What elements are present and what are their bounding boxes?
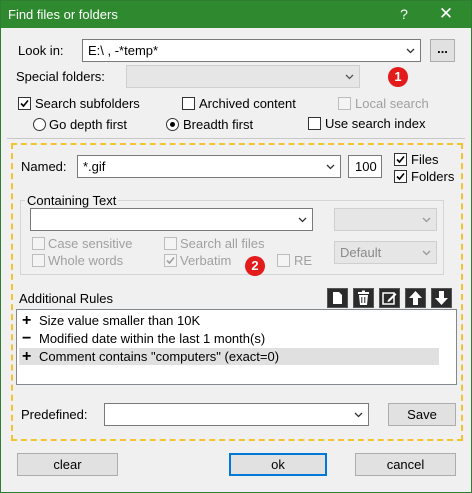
delete-rule-button[interactable]	[353, 288, 374, 308]
whole-words-label: Whole words	[48, 253, 124, 268]
search-subfolders-checkbox[interactable]	[18, 97, 31, 110]
breadth-first-label: Breadth first	[183, 117, 254, 132]
result-limit-value: 100	[355, 159, 377, 174]
up-arrow-icon	[409, 291, 422, 305]
look-in-combo[interactable]: E:\ , -*temp*	[82, 39, 421, 62]
go-depth-first-label: Go depth first	[49, 117, 128, 132]
checkmark-icon	[396, 172, 405, 181]
chevron-down-icon	[354, 412, 363, 418]
case-sensitive-label: Case sensitive	[48, 236, 133, 251]
plus-icon: +	[22, 312, 32, 329]
edit-rule-button[interactable]	[379, 288, 400, 308]
rule-text: Modified date within the last 1 month(s)	[39, 331, 266, 346]
browse-button[interactable]: ...	[430, 39, 455, 62]
look-in-value: E:\ , -*temp*	[88, 43, 159, 58]
rules-list[interactable]: + Size value smaller than 10K − Modified…	[16, 309, 457, 385]
ok-button[interactable]: ok	[229, 453, 327, 476]
look-in-label: Look in:	[18, 43, 64, 58]
archived-content-checkbox[interactable]	[182, 97, 195, 110]
chevron-down-icon	[422, 217, 431, 223]
chevron-down-icon	[422, 250, 431, 256]
chevron-down-icon	[345, 74, 354, 80]
breadth-first-radio[interactable]	[166, 118, 179, 131]
use-search-index-label: Use search index	[325, 116, 426, 131]
go-depth-first-radio[interactable]	[33, 118, 46, 131]
checkmark-icon	[396, 155, 405, 164]
re-checkbox[interactable]	[277, 254, 290, 267]
containing-text-combo[interactable]	[30, 208, 313, 231]
new-icon	[333, 292, 342, 304]
re-label: RE	[294, 253, 313, 268]
search-all-files-label: Search all files	[180, 236, 265, 251]
verbatim-label: Verbatim	[180, 253, 232, 268]
down-arrow-icon	[435, 291, 448, 305]
special-folders-combo[interactable]	[126, 65, 360, 88]
move-rule-up-button[interactable]	[405, 288, 426, 308]
folders-checkbox[interactable]	[394, 170, 407, 183]
additional-rules-label: Additional Rules	[19, 291, 113, 306]
rule-text: Comment contains "computers" (exact=0)	[39, 349, 280, 364]
archived-content-label: Archived content	[199, 96, 296, 111]
files-checkbox[interactable]	[394, 153, 407, 166]
files-label: Files	[411, 152, 439, 167]
rule-text: Size value smaller than 10K	[39, 313, 201, 328]
search-all-files-checkbox[interactable]	[164, 237, 177, 250]
named-value: *.gif	[83, 159, 106, 174]
named-combo[interactable]: *.gif	[77, 155, 341, 178]
callout-badge-2: 2	[245, 256, 265, 276]
plus-icon: +	[22, 348, 32, 365]
containing-text-label: Containing Text	[25, 193, 119, 208]
checkmark-icon	[166, 256, 175, 265]
minus-icon: −	[22, 330, 32, 347]
predefined-combo[interactable]	[104, 403, 369, 426]
named-label: Named:	[21, 159, 67, 174]
rule-item[interactable]: − Modified date within the last 1 month(…	[19, 330, 439, 347]
move-rule-down-button[interactable]	[431, 288, 452, 308]
special-folders-label: Special folders:	[16, 69, 105, 84]
window-title: Find files or folders	[8, 7, 118, 22]
new-rule-button[interactable]	[327, 288, 348, 308]
separator	[7, 138, 465, 139]
find-files-dialog: Find files or folders ? ✕ Look in: E:\ ,…	[0, 0, 472, 493]
local-search-checkbox[interactable]	[338, 97, 351, 110]
help-button[interactable]: ?	[394, 6, 414, 22]
chevron-down-icon	[406, 48, 415, 54]
radio-dot-icon	[170, 122, 175, 127]
chevron-down-icon	[298, 217, 307, 223]
close-button[interactable]: ✕	[431, 4, 461, 24]
clear-button[interactable]: clear	[17, 453, 118, 476]
folders-label: Folders	[411, 169, 455, 184]
chevron-down-icon	[326, 164, 335, 170]
rule-item[interactable]: + Size value smaller than 10K	[19, 312, 439, 329]
delete-icon	[358, 290, 369, 305]
cancel-button[interactable]: cancel	[355, 453, 456, 476]
rule-item-selected[interactable]: + Comment contains "computers" (exact=0)	[19, 348, 439, 365]
result-limit-field[interactable]: 100	[348, 155, 382, 178]
match-mode-value: Default	[340, 245, 382, 260]
checkmark-icon	[20, 99, 29, 108]
save-button[interactable]: Save	[388, 403, 456, 426]
search-subfolders-label: Search subfolders	[35, 96, 140, 111]
use-search-index-checkbox[interactable]	[308, 117, 321, 130]
predefined-label: Predefined:	[21, 407, 88, 422]
edit-icon	[382, 292, 397, 305]
whole-words-checkbox[interactable]	[32, 254, 45, 267]
verbatim-checkbox[interactable]	[164, 254, 177, 267]
case-sensitive-checkbox[interactable]	[32, 237, 45, 250]
title-bar: Find files or folders ? ✕	[1, 1, 471, 28]
match-mode-combo[interactable]: Default	[334, 241, 437, 264]
encoding-combo[interactable]	[334, 208, 437, 231]
callout-badge-1: 1	[388, 67, 408, 87]
local-search-label: Local search	[355, 96, 429, 111]
